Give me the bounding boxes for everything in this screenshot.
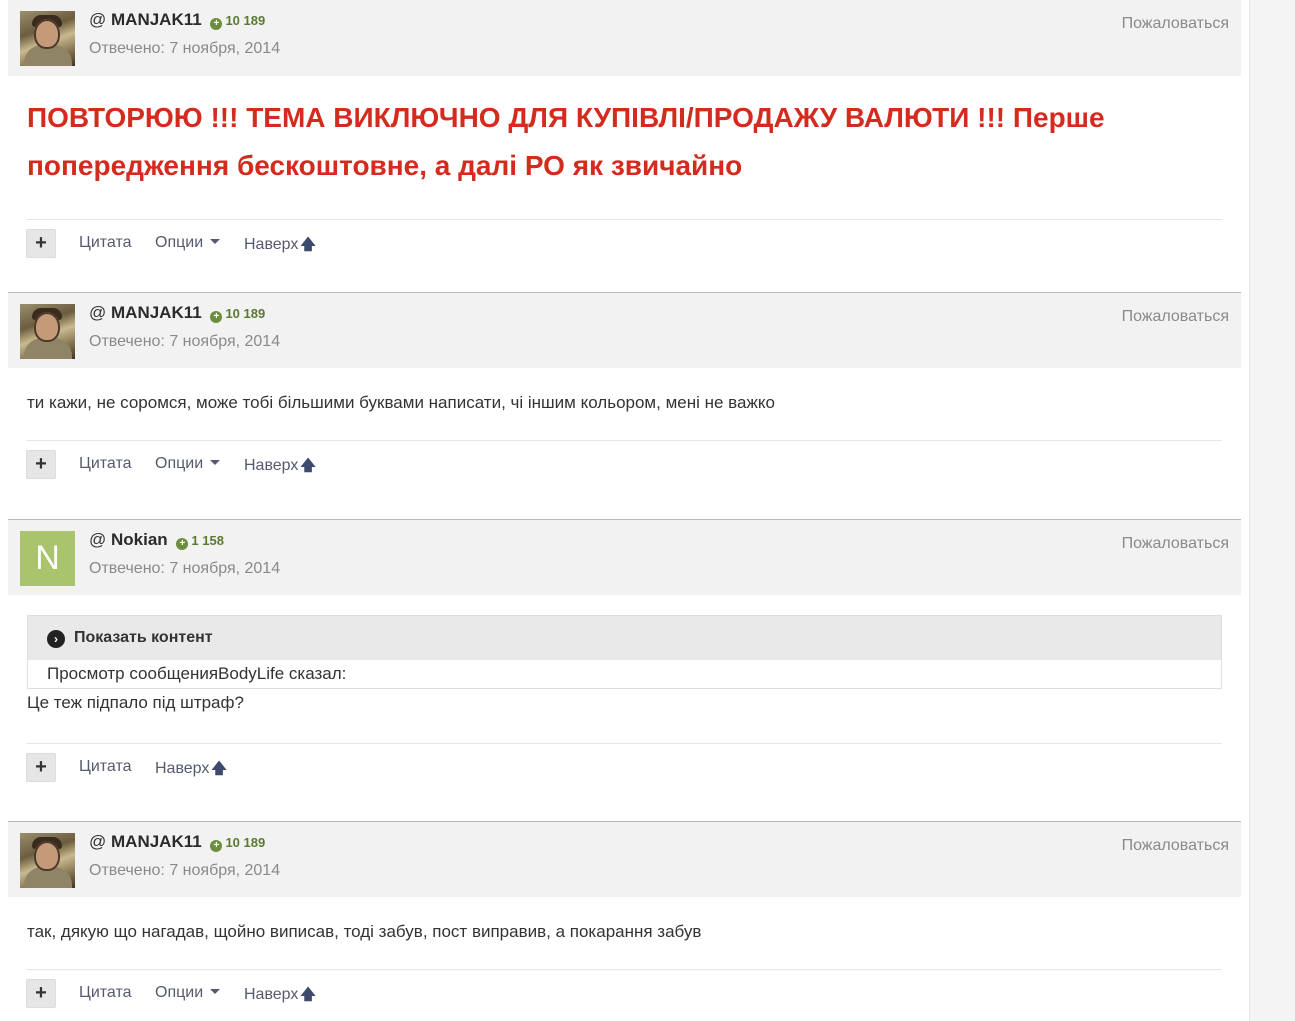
- post: @ MANJAK11 +10 189 Отвечено: 7 ноября, 2…: [8, 0, 1241, 259]
- divider: [27, 743, 1222, 744]
- post-content: ти кажи, не соромся, може тобі більшими …: [8, 368, 1241, 415]
- back-to-top-link[interactable]: Наверх 🡅: [155, 758, 227, 783]
- multiquote-button[interactable]: +: [26, 753, 56, 782]
- reputation-badge: +1 158: [176, 533, 224, 550]
- post-author: @ MANJAK11 +10 189: [89, 10, 265, 30]
- post-actions: + Цитата Опции Наверх 🡅: [26, 450, 1241, 480]
- report-link[interactable]: Пожаловаться: [1122, 535, 1229, 553]
- reputation-badge: +10 189: [210, 306, 266, 323]
- post-header: @ MANJAK11 +10 189 Отвечено: 7 ноября, 2…: [8, 0, 1241, 76]
- mention-symbol: @: [89, 530, 107, 549]
- options-dropdown[interactable]: Опции: [155, 984, 221, 1002]
- reputation-value: 10 189: [225, 306, 266, 321]
- multiquote-button[interactable]: +: [26, 450, 56, 479]
- plus-circle-icon: +: [176, 538, 189, 550]
- spoiler-content: Просмотр сообщенияBodyLife сказал:: [47, 664, 347, 683]
- caret-down-icon: [210, 989, 221, 994]
- post-text: Це теж підпало під штраф?: [27, 693, 244, 712]
- post: @ MANJAK11 +10 189 Отвечено: 7 ноября, 2…: [8, 292, 1241, 480]
- arrow-up-icon: 🡅: [211, 760, 227, 777]
- right-sidebar: [1249, 0, 1295, 1021]
- post-author: @ MANJAK11 +10 189: [89, 832, 265, 852]
- avatar[interactable]: [20, 833, 75, 888]
- reputation-badge: +10 189: [210, 13, 266, 30]
- multiquote-button[interactable]: +: [26, 979, 56, 1008]
- back-to-top-link[interactable]: Наверх 🡅: [244, 984, 316, 1009]
- arrow-up-icon: 🡅: [300, 236, 316, 253]
- top-label: Наверх: [244, 457, 299, 474]
- post-date: Отвечено: 7 ноября, 2014: [89, 560, 281, 577]
- post-text: ти кажи, не соромся, може тобі більшими …: [27, 393, 775, 412]
- top-label: Наверх: [244, 986, 299, 1003]
- author-name[interactable]: MANJAK11: [111, 10, 202, 29]
- spoiler-toggle[interactable]: › Показать контент: [28, 616, 1221, 660]
- reputation-value: 10 189: [225, 835, 266, 850]
- post-author: @ MANJAK11 +10 189: [89, 303, 265, 323]
- spoiler-block: › Показать контент Просмотр сообщенияBod…: [27, 615, 1222, 689]
- post-actions: + Цитата Наверх 🡅: [26, 753, 1241, 783]
- mention-symbol: @: [89, 10, 107, 29]
- report-link[interactable]: Пожаловаться: [1122, 837, 1229, 855]
- plus-circle-icon: +: [210, 840, 223, 852]
- post-date: Отвечено: 7 ноября, 2014: [89, 862, 281, 879]
- post-date: Отвечено: 7 ноября, 2014: [89, 40, 281, 57]
- post-header: @ MANJAK11 +10 189 Отвечено: 7 ноября, 2…: [8, 821, 1241, 897]
- reputation-value: 10 189: [225, 13, 266, 28]
- post: N @ Nokian +1 158 Отвечено: 7 ноября, 20…: [8, 519, 1241, 783]
- post-author: @ Nokian +1 158: [89, 530, 224, 550]
- quote-button[interactable]: Цитата: [79, 234, 132, 252]
- post-content: Це теж підпало під штраф?: [8, 689, 1241, 715]
- divider: [27, 219, 1222, 220]
- quote-button[interactable]: Цитата: [79, 455, 132, 473]
- author-name[interactable]: Nokian: [111, 530, 168, 549]
- divider: [27, 969, 1222, 970]
- author-name[interactable]: MANJAK11: [111, 832, 202, 851]
- reputation-value: 1 158: [191, 533, 224, 548]
- plus-circle-icon: +: [210, 311, 223, 323]
- post-actions: + Цитата Опции Наверх 🡅: [26, 979, 1241, 1009]
- post-header: @ MANJAK11 +10 189 Отвечено: 7 ноября, 2…: [8, 292, 1241, 368]
- warning-text: ПОВТОРЮЮ !!! ТЕМА ВИКЛЮЧНО ДЛЯ КУПІВЛІ/П…: [27, 102, 1105, 181]
- top-label: Наверх: [155, 760, 210, 777]
- caret-down-icon: [210, 460, 221, 465]
- multiquote-button[interactable]: +: [26, 229, 56, 258]
- avatar[interactable]: [20, 11, 75, 66]
- top-label: Наверх: [244, 236, 299, 253]
- quote-button[interactable]: Цитата: [79, 984, 132, 1002]
- mention-symbol: @: [89, 832, 107, 851]
- quote-button[interactable]: Цитата: [79, 758, 132, 776]
- post-text: так, дякую що нагадав, щойно виписав, то…: [27, 922, 702, 941]
- chevron-right-icon: ›: [47, 630, 65, 648]
- back-to-top-link[interactable]: Наверх 🡅: [244, 455, 316, 480]
- arrow-up-icon: 🡅: [300, 457, 316, 474]
- post-header: N @ Nokian +1 158 Отвечено: 7 ноября, 20…: [8, 519, 1241, 595]
- avatar[interactable]: N: [20, 531, 75, 586]
- options-label: Опции: [155, 234, 204, 251]
- report-link[interactable]: Пожаловаться: [1122, 15, 1229, 33]
- post-actions: + Цитата Опции Наверх 🡅: [26, 229, 1241, 259]
- divider: [27, 440, 1222, 441]
- plus-circle-icon: +: [210, 18, 223, 30]
- post-date: Отвечено: 7 ноября, 2014: [89, 333, 281, 350]
- post: @ MANJAK11 +10 189 Отвечено: 7 ноября, 2…: [8, 821, 1241, 1009]
- avatar[interactable]: [20, 304, 75, 359]
- options-label: Опции: [155, 455, 204, 472]
- options-dropdown[interactable]: Опции: [155, 234, 221, 252]
- report-link[interactable]: Пожаловаться: [1122, 308, 1229, 326]
- caret-down-icon: [210, 239, 221, 244]
- reputation-badge: +10 189: [210, 835, 266, 852]
- post-content: ПОВТОРЮЮ !!! ТЕМА ВИКЛЮЧНО ДЛЯ КУПІВЛІ/П…: [8, 76, 1241, 190]
- options-dropdown[interactable]: Опции: [155, 455, 221, 473]
- back-to-top-link[interactable]: Наверх 🡅: [244, 234, 316, 259]
- spoiler-title: Показать контент: [74, 629, 213, 646]
- options-label: Опции: [155, 984, 204, 1001]
- post-content: так, дякую що нагадав, щойно виписав, то…: [8, 897, 1241, 944]
- arrow-up-icon: 🡅: [300, 986, 316, 1003]
- mention-symbol: @: [89, 303, 107, 322]
- author-name[interactable]: MANJAK11: [111, 303, 202, 322]
